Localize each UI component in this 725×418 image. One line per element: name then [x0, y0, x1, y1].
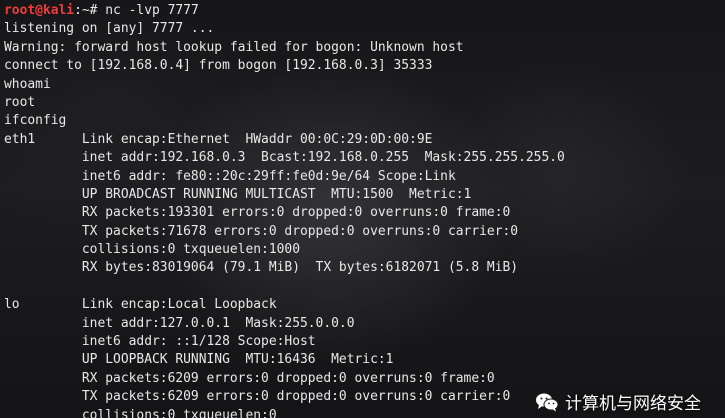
output-line: root: [4, 94, 36, 110]
output-line: inet6 addr: fe80::20c:29ff:fe0d:9e/64 Sc…: [4, 168, 456, 184]
output-line: whoami: [4, 76, 51, 92]
prompt-user: root@kali: [4, 3, 75, 18]
output-line: RX packets:6209 errors:0 dropped:0 overr…: [4, 370, 495, 386]
prompt-line: root@kali:~# nc -lvp 7777: [4, 2, 565, 20]
output-line: inet addr:192.168.0.3 Bcast:192.168.0.25…: [4, 150, 565, 166]
command-text: nc -lvp 7777: [105, 3, 199, 18]
output-line: ifconfig: [4, 113, 67, 129]
prompt-suffix: :~#: [74, 3, 106, 18]
output-line: UP BROADCAST RUNNING MULTICAST MTU:1500 …: [4, 186, 472, 202]
output-line: TX packets:6209 errors:0 dropped:0 overr…: [4, 389, 511, 405]
output-line: Warning: forward host lookup failed for …: [4, 39, 464, 55]
output-line: eth1 Link encap:Ethernet HWaddr 00:0C:29…: [4, 131, 433, 147]
output-line: TX packets:71678 errors:0 dropped:0 over…: [4, 223, 519, 239]
output-line: lo Link encap:Local Loopback: [4, 297, 277, 313]
output-line: RX packets:193301 errors:0 dropped:0 ove…: [4, 205, 511, 221]
wechat-icon: [535, 392, 559, 412]
terminal-output[interactable]: root@kali:~# nc -lvp 7777 listening on [a…: [4, 2, 565, 418]
watermark: 计算机与网络安全: [535, 389, 701, 414]
output-line: RX bytes:83019064 (79.1 MiB) TX bytes:61…: [4, 260, 519, 276]
terminal-window[interactable]: root@kali:~# nc -lvp 7777 listening on [a…: [0, 0, 725, 418]
output-line: connect to [192.168.0.4] from bogon [192…: [4, 58, 433, 74]
output-line: inet6 addr: ::1/128 Scope:Host: [4, 334, 316, 350]
output-line: collisions:0 txqueuelen:0: [4, 407, 277, 418]
output-line: listening on [any] 7777 ...: [4, 21, 215, 37]
watermark-text: 计算机与网络安全: [565, 394, 701, 414]
output-line: collisions:0 txqueuelen:1000: [4, 242, 300, 258]
output-line: UP LOOPBACK RUNNING MTU:16436 Metric:1: [4, 352, 394, 368]
output-line: inet addr:127.0.0.1 Mask:255.0.0.0: [4, 315, 355, 331]
